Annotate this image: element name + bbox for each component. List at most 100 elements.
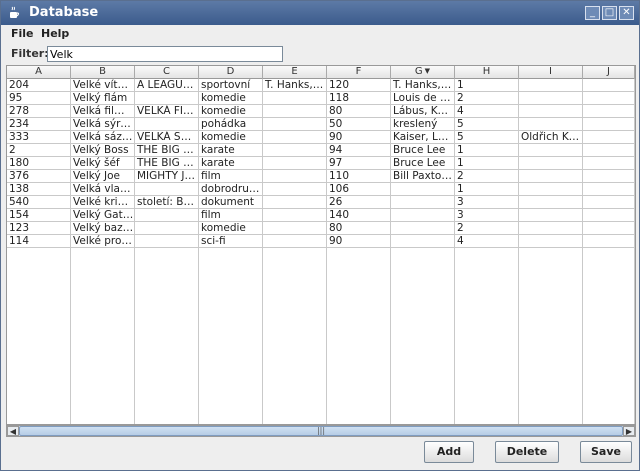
menu-file[interactable]: File [11, 27, 34, 40]
column-header-h[interactable]: H [455, 66, 519, 79]
scroll-left-icon[interactable]: ◀ [7, 426, 19, 436]
table-cell[interactable]: 80 [327, 222, 391, 235]
table-cell[interactable] [135, 183, 199, 196]
table-cell[interactable]: Velký Boss [71, 144, 135, 157]
table-cell[interactable]: 80 [327, 105, 391, 118]
table-cell[interactable] [583, 183, 635, 196]
column-header-b[interactable]: B [71, 66, 135, 79]
table-cell[interactable] [391, 222, 455, 235]
maximize-icon[interactable]: □ [602, 6, 617, 20]
table-cell[interactable]: 2 [455, 170, 519, 183]
table-cell[interactable]: Bill Paxton… [391, 170, 455, 183]
table-cell[interactable]: THE BIG B… [135, 157, 199, 170]
table-cell[interactable] [263, 170, 327, 183]
column-header-e[interactable]: E [263, 66, 327, 79]
table-cell[interactable] [583, 235, 635, 248]
table-cell[interactable]: 5 [455, 118, 519, 131]
table-row[interactable]: 376 Velký Joe MIGHTY J… film 110 Bill Paxton…… [7, 170, 635, 183]
table-cell[interactable] [583, 157, 635, 170]
table-cell[interactable] [519, 144, 583, 157]
table-cell[interactable]: 540 [7, 196, 71, 209]
column-header-j[interactable]: J [583, 66, 635, 79]
table-cell[interactable]: Bruce Lee [391, 157, 455, 170]
table-cell[interactable]: 1 [455, 79, 519, 92]
table-row[interactable]: 333 Velká sáz… VELKÁ SÁ… komedie 90 Kaiser, L… [7, 131, 635, 144]
table-row[interactable]: 540 Velké kri… století: Bo… dokument 26 3 [7, 196, 635, 209]
table-cell[interactable]: 123 [7, 222, 71, 235]
table-cell[interactable]: století: Bo… [135, 196, 199, 209]
delete-button[interactable]: Delete [495, 441, 559, 463]
table-cell[interactable]: karate [199, 157, 263, 170]
table-cell[interactable]: Velké vítě… [71, 79, 135, 92]
table-cell[interactable]: 3 [455, 196, 519, 209]
table-cell[interactable]: Kaiser, Lá… [391, 131, 455, 144]
table-cell[interactable] [263, 183, 327, 196]
table-cell[interactable]: 5 [455, 131, 519, 144]
table-row[interactable]: 123 Velký baz… komedie 80 2 [7, 222, 635, 235]
close-icon[interactable]: ✕ [619, 6, 634, 20]
table-cell[interactable]: sportovní [199, 79, 263, 92]
table-cell[interactable]: film [199, 170, 263, 183]
table-cell[interactable] [263, 131, 327, 144]
table-row[interactable]: 2 Velký Boss THE BIG B… karate 94 Bruce Lee 1 [7, 144, 635, 157]
table-cell[interactable]: A LEAGUE… [135, 79, 199, 92]
table-cell[interactable] [519, 222, 583, 235]
table-cell[interactable]: VELKÁ SÁ… [135, 131, 199, 144]
table-cell[interactable]: Velké pro… [71, 235, 135, 248]
table-cell[interactable] [263, 235, 327, 248]
table-cell[interactable]: 120 [327, 79, 391, 92]
table-row[interactable]: 154 Velký Gat… film 140 3 [7, 209, 635, 222]
table-cell[interactable]: pohádka [199, 118, 263, 131]
table-cell[interactable] [583, 196, 635, 209]
table-cell[interactable]: sci-fi [199, 235, 263, 248]
table-cell[interactable] [135, 209, 199, 222]
table-row[interactable]: 138 Velká vlak… dobrodru… 106 1 [7, 183, 635, 196]
table-cell[interactable] [263, 118, 327, 131]
table-cell[interactable]: 90 [327, 235, 391, 248]
table-cell[interactable]: 95 [7, 92, 71, 105]
table-cell[interactable]: 140 [327, 209, 391, 222]
table-cell[interactable]: Velká film… [71, 105, 135, 118]
data-table[interactable]: A B C D E F G ▼ H I J 204 Velké vítě… A LEAGUE… sport… [6, 65, 636, 425]
table-cell[interactable]: T. Hanks, … [263, 79, 327, 92]
horizontal-scrollbar[interactable]: ◀ ||| ▶ [6, 425, 636, 437]
table-cell[interactable]: Velká sáz… [71, 131, 135, 144]
table-cell[interactable]: 50 [327, 118, 391, 131]
table-cell[interactable]: 204 [7, 79, 71, 92]
minimize-icon[interactable]: _ [585, 6, 600, 20]
table-cell[interactable] [519, 118, 583, 131]
table-cell[interactable] [263, 105, 327, 118]
table-cell[interactable]: komedie [199, 92, 263, 105]
table-cell[interactable]: karate [199, 144, 263, 157]
table-cell[interactable]: Oldřich Ka… [519, 131, 583, 144]
table-cell[interactable]: 154 [7, 209, 71, 222]
table-cell[interactable]: Bruce Lee [391, 144, 455, 157]
table-cell[interactable]: Lábus, Kai… [391, 105, 455, 118]
table-row[interactable]: 95 Velký flám komedie 118 Louis de F… 2 [7, 92, 635, 105]
table-cell[interactable]: 94 [327, 144, 391, 157]
table-cell[interactable] [519, 209, 583, 222]
table-cell[interactable]: 3 [455, 209, 519, 222]
column-header-c[interactable]: C [135, 66, 199, 79]
table-cell[interactable]: 1 [455, 144, 519, 157]
table-cell[interactable] [263, 222, 327, 235]
table-cell[interactable]: THE BIG B… [135, 144, 199, 157]
table-cell[interactable] [391, 235, 455, 248]
column-header-g[interactable]: G ▼ [391, 66, 455, 79]
table-cell[interactable]: 114 [7, 235, 71, 248]
filter-input[interactable] [47, 46, 283, 62]
table-cell[interactable]: kreslený [391, 118, 455, 131]
table-cell[interactable] [583, 170, 635, 183]
table-cell[interactable] [263, 196, 327, 209]
table-cell[interactable] [135, 222, 199, 235]
table-cell[interactable]: 118 [327, 92, 391, 105]
table-cell[interactable]: 1 [455, 157, 519, 170]
table-row[interactable]: 204 Velké vítě… A LEAGUE… sportovní T. Hanks… [7, 79, 635, 92]
table-cell[interactable]: 234 [7, 118, 71, 131]
table-cell[interactable]: Velký Joe [71, 170, 135, 183]
table-cell[interactable] [519, 92, 583, 105]
table-cell[interactable] [519, 157, 583, 170]
table-cell[interactable] [583, 144, 635, 157]
table-cell[interactable]: Velké kri… [71, 196, 135, 209]
table-cell[interactable] [583, 118, 635, 131]
